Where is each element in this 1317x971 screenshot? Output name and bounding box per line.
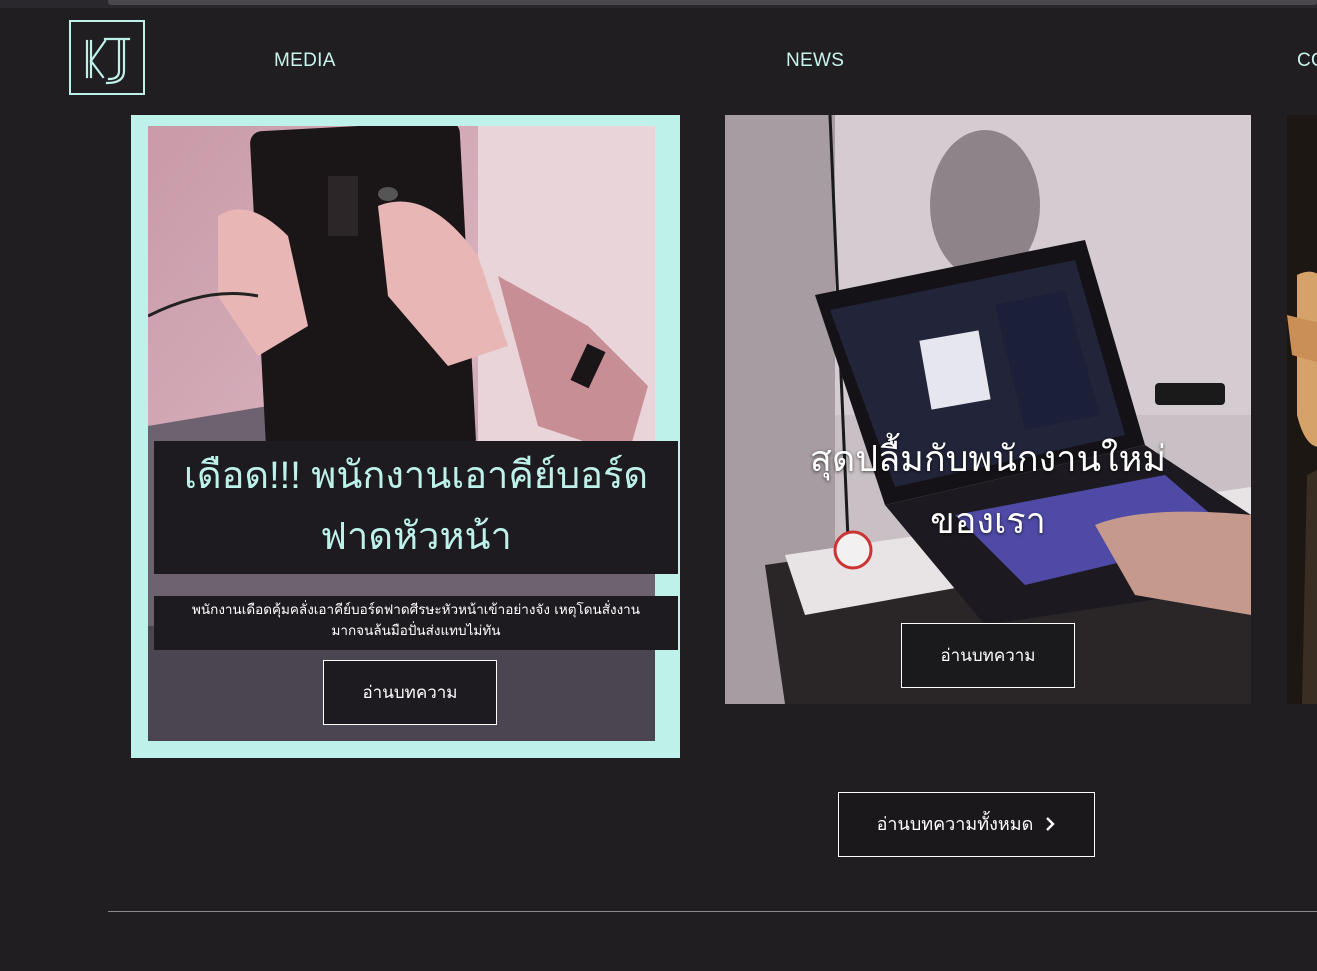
nav-news[interactable]: NEWS bbox=[786, 50, 844, 72]
read-all-articles-button[interactable]: อ่านบทความทั้งหมด bbox=[838, 792, 1095, 857]
article-photo-laptop bbox=[725, 115, 1251, 704]
article-title-keyboard: เดือด!!! พนักงานเอาคีย์บอร์ด ฟาดหัวหน้า bbox=[154, 441, 678, 574]
read-all-label: อ่านบทความทั้งหมด bbox=[876, 814, 1034, 834]
nav-media[interactable]: MEDIA bbox=[274, 50, 336, 72]
footer-divider bbox=[108, 911, 1317, 912]
chevron-right-icon bbox=[1046, 817, 1056, 831]
article2-title-line1: สุดปลื้มกับพนักงานใหม่ bbox=[809, 438, 1167, 479]
site-logo[interactable] bbox=[69, 20, 145, 95]
article-title-new-employee: สุดปลื้มกับพนักงานใหม่ ของเรา bbox=[725, 428, 1251, 552]
article-card-new-employee[interactable] bbox=[725, 115, 1251, 704]
article-photo-partial bbox=[1287, 115, 1317, 704]
article-card-partial[interactable] bbox=[1287, 115, 1317, 704]
article-description-line1: พนักงานเดือดคุ้มคลั่งเอาคีย์บอร์ดฟาดศีรษ… bbox=[192, 602, 640, 618]
nav-contact[interactable]: CO bbox=[1297, 50, 1317, 72]
article-title-line1: เดือด!!! พนักงานเอาคีย์บอร์ด bbox=[183, 455, 649, 497]
horizontal-scrollbar[interactable] bbox=[108, 0, 1317, 5]
kj-logo-icon bbox=[85, 37, 131, 84]
article2-title-line2: ของเรา bbox=[930, 500, 1046, 541]
article-description-line2: มากจนล้นมือปั่นส่งแทบไม่ทัน bbox=[331, 623, 501, 639]
browser-top-strip bbox=[0, 0, 1317, 8]
read-article-button-2[interactable]: อ่านบทความ bbox=[901, 623, 1075, 688]
article-description-keyboard: พนักงานเดือดคุ้มคลั่งเอาคีย์บอร์ดฟาดศีรษ… bbox=[154, 596, 678, 650]
article-title-line2: ฟาดหัวหน้า bbox=[320, 516, 512, 558]
read-article-button[interactable]: อ่านบทความ bbox=[323, 660, 497, 725]
